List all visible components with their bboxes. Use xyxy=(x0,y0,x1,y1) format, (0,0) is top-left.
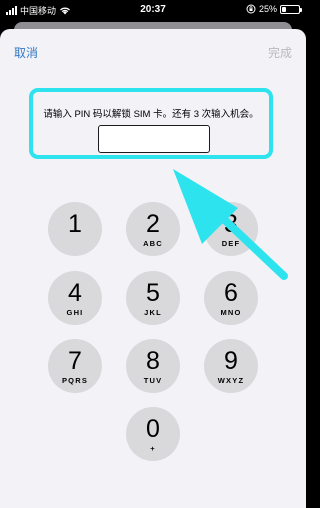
status-right: 25% xyxy=(246,4,302,14)
battery-fill xyxy=(282,6,286,12)
orientation-lock-icon xyxy=(246,4,256,14)
status-bar: 中国移动 20:37 25% xyxy=(0,0,306,20)
pin-sheet: 取消 完成 请输入 PIN 码以解锁 SIM 卡。还有 3 次输入机会。 12A… xyxy=(0,29,306,508)
battery-percent: 25% xyxy=(258,4,277,14)
battery-icon xyxy=(280,4,302,14)
annotation-arrow-icon xyxy=(173,169,288,280)
